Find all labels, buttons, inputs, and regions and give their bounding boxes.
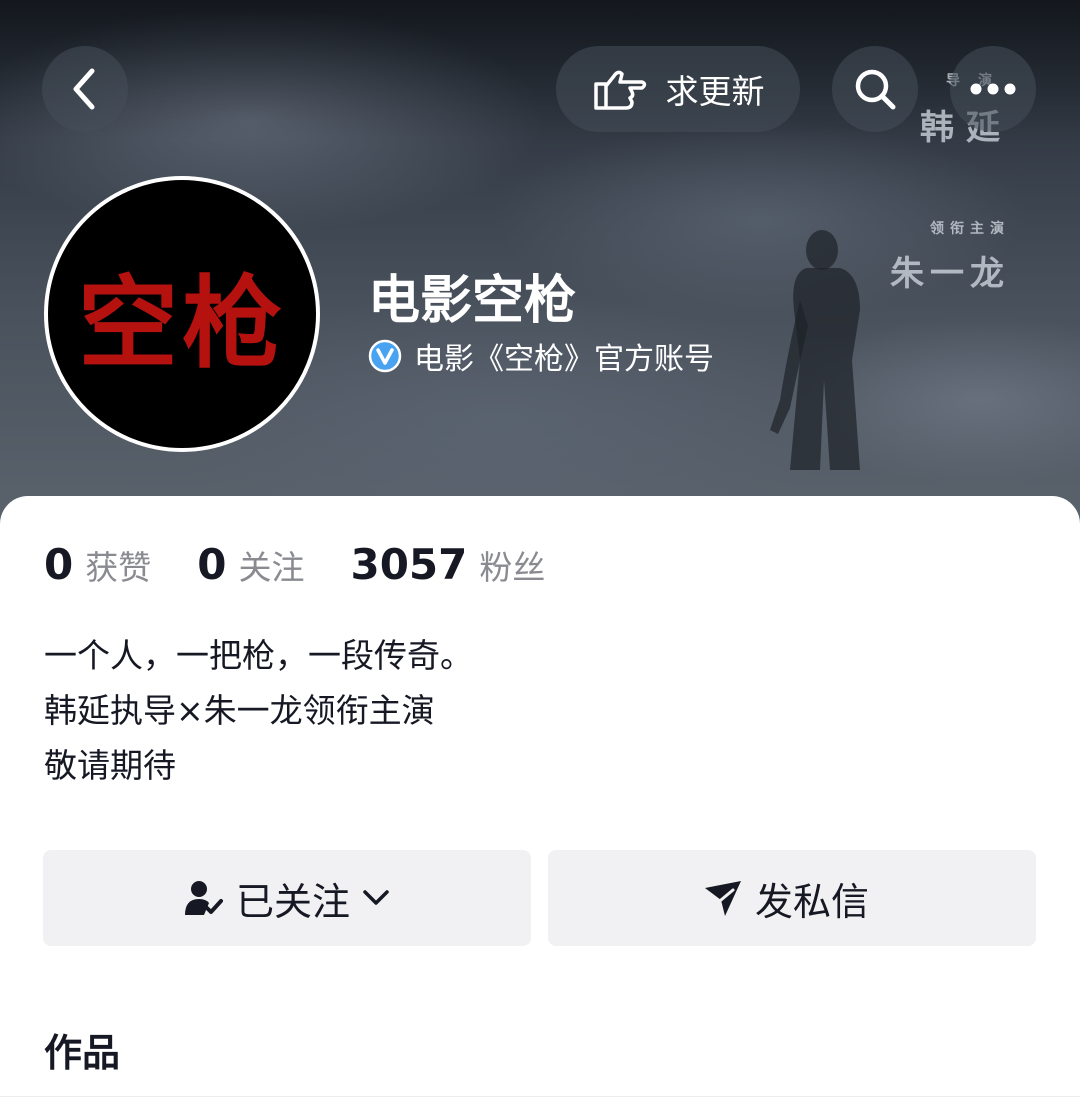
- bio-line: 韩延执导×朱一龙领衔主演: [44, 691, 435, 730]
- followed-button[interactable]: 已关注: [43, 850, 531, 946]
- chevron-down-icon: [363, 890, 389, 905]
- avatar[interactable]: 空枪: [44, 176, 320, 452]
- send-message-label: 发私信: [754, 879, 869, 924]
- request-update-button[interactable]: 求更新: [556, 46, 800, 132]
- bio-line: 敬请期待: [44, 746, 176, 785]
- stat-following[interactable]: 0 关注: [197, 540, 304, 589]
- stat-likes-label: 获赞: [85, 548, 152, 587]
- send-icon: [704, 881, 741, 916]
- user-check-icon: [184, 881, 223, 915]
- silhouette-figure: [770, 230, 860, 470]
- stat-followers-value: 3057: [350, 540, 468, 589]
- verified-badge[interactable]: 电影《空枪》官方账号: [368, 334, 714, 378]
- profile-card: 0 获赞 0 关注 3057 粉丝 一个人，一把枪，一段传奇。 韩延执导×朱一龙…: [0, 496, 1080, 1119]
- followed-label: 已关注: [235, 879, 350, 924]
- back-icon: [73, 68, 95, 110]
- send-message-button[interactable]: 发私信: [548, 850, 1036, 946]
- bio-line: 一个人，一把枪，一段传奇。: [44, 636, 473, 675]
- avatar-text: 空枪: [78, 263, 286, 382]
- poster-actor-role: 领衔主演: [930, 221, 1010, 237]
- request-update-label: 求更新: [665, 72, 765, 111]
- stat-followers[interactable]: 3057 粉丝: [350, 540, 545, 589]
- stats-row: 0 获赞 0 关注 3057 粉丝: [44, 540, 591, 589]
- stat-followers-label: 粉丝: [479, 548, 546, 587]
- stat-following-value: 0: [197, 540, 227, 589]
- tab-works[interactable]: 作品: [44, 1022, 120, 1077]
- bio: 一个人，一把枪，一段传奇。 韩延执导×朱一龙领衔主演 敬请期待: [44, 628, 473, 793]
- divider: [0, 1096, 1080, 1097]
- verified-label: 电影《空枪》官方账号: [414, 342, 714, 377]
- stat-likes[interactable]: 0 获赞: [44, 540, 151, 589]
- more-button[interactable]: [950, 46, 1036, 132]
- search-icon: [855, 69, 896, 110]
- search-button[interactable]: [832, 46, 918, 132]
- stat-likes-value: 0: [44, 540, 74, 589]
- back-button[interactable]: [42, 46, 128, 132]
- more-icon: [970, 83, 1016, 95]
- stat-following-label: 关注: [238, 548, 305, 587]
- verified-icon: [368, 339, 402, 373]
- pointing-hand-icon: [593, 70, 646, 110]
- profile-name: 电影空枪: [368, 271, 577, 331]
- poster-actor-name: 朱一龙: [890, 254, 1010, 294]
